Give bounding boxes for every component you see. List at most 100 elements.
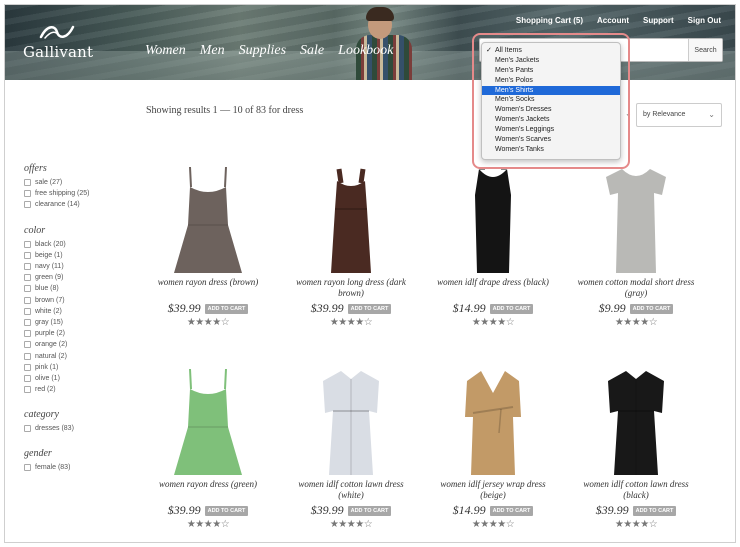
add-to-cart-button[interactable]: ADD TO CART — [347, 303, 392, 314]
product-name[interactable]: women rayon long dress (dark brown) — [281, 277, 421, 299]
checkbox[interactable] — [24, 352, 31, 360]
facet-option[interactable]: olive (1) — [24, 373, 124, 384]
facet-option[interactable]: dresses (83) — [24, 423, 124, 434]
product-card[interactable]: women idlf cotton lawn dress (black) $39.… — [566, 367, 706, 530]
checkbox[interactable] — [24, 425, 31, 433]
add-to-cart-button[interactable]: ADD TO CART — [204, 505, 249, 516]
product-image[interactable] — [281, 367, 421, 479]
product-image[interactable] — [138, 165, 278, 277]
product-image[interactable] — [281, 165, 421, 277]
checkbox[interactable] — [24, 330, 31, 338]
nav-men[interactable]: Men — [200, 43, 225, 59]
facet-option[interactable]: natural (2) — [24, 350, 124, 361]
checkbox[interactable] — [24, 251, 31, 259]
add-to-cart-button[interactable]: ADD TO CART — [489, 303, 534, 314]
facet-option[interactable]: free shipping (25) — [24, 188, 124, 199]
dropdown-option[interactable]: Women's Dresses — [482, 105, 620, 115]
checkbox[interactable] — [24, 190, 31, 198]
nav-sale[interactable]: Sale — [300, 43, 324, 59]
product-name[interactable]: women rayon dress (brown) — [138, 277, 278, 299]
add-to-cart-button[interactable]: ADD TO CART — [204, 303, 249, 314]
facet-offers: offers sale (27) free shipping (25) clearan… — [24, 163, 124, 211]
product-price: $14.99 — [452, 301, 486, 315]
support-link[interactable]: Support — [643, 16, 674, 25]
facet-option-label: gray (15) — [35, 318, 64, 326]
dropdown-option[interactable]: Women's Leggings — [482, 125, 620, 135]
product-name[interactable]: women idlf jersey wrap dress (beige) — [423, 479, 563, 501]
facet-option[interactable]: beige (1) — [24, 250, 124, 261]
product-image[interactable] — [423, 165, 563, 277]
dropdown-option[interactable]: Men's Pants — [482, 66, 620, 76]
facet-option[interactable]: pink (1) — [24, 362, 124, 373]
product-image[interactable] — [566, 165, 706, 277]
dropdown-option[interactable]: Men's Polos — [482, 76, 620, 86]
checkbox[interactable] — [24, 201, 31, 209]
logo[interactable]: Gallivant — [23, 23, 93, 63]
dropdown-option[interactable]: Women's Tanks — [482, 145, 620, 155]
facet-option[interactable]: red (2) — [24, 384, 124, 395]
product-name[interactable]: women idlf drape dress (black) — [423, 277, 563, 299]
product-name[interactable]: women cotton modal short dress (gray) — [566, 277, 706, 299]
product-card[interactable]: women cotton modal short dress (gray) $9.… — [566, 165, 706, 328]
facet-option[interactable]: white (2) — [24, 306, 124, 317]
checkbox[interactable] — [24, 263, 31, 271]
product-card[interactable]: women rayon dress (green) $39.99 ADD TO CA… — [138, 367, 278, 530]
product-card[interactable]: women idlf drape dress (black) $14.99 ADD … — [423, 165, 563, 328]
price-row: $39.99 ADD TO CART — [138, 503, 278, 518]
add-to-cart-button[interactable]: ADD TO CART — [489, 505, 534, 516]
checkbox[interactable] — [24, 341, 31, 349]
facet-option[interactable]: blue (8) — [24, 283, 124, 294]
dropdown-option-label: Women's Scarves — [495, 136, 552, 144]
product-card[interactable]: women idlf cotton lawn dress (white) $39.… — [281, 367, 421, 530]
product-name[interactable]: women idlf cotton lawn dress (white) — [281, 479, 421, 501]
sort-select[interactable]: by Relevance ⌄ — [636, 103, 722, 127]
facet-option[interactable]: brown (7) — [24, 295, 124, 306]
product-price: $9.99 — [598, 301, 626, 315]
checkbox[interactable] — [24, 386, 31, 394]
product-image[interactable] — [423, 367, 563, 479]
dropdown-option-label: Women's Leggings — [495, 126, 555, 134]
add-to-cart-button[interactable]: ADD TO CART — [632, 505, 677, 516]
add-to-cart-button[interactable]: ADD TO CART — [629, 303, 674, 314]
checkbox[interactable] — [24, 274, 31, 282]
checkbox[interactable] — [24, 285, 31, 293]
product-image[interactable] — [138, 367, 278, 479]
product-card[interactable]: women rayon long dress (dark brown) $39.9… — [281, 165, 421, 328]
facet-option[interactable]: sale (27) — [24, 177, 124, 188]
product-card[interactable]: women rayon dress (brown) $39.99 ADD TO CA… — [138, 165, 278, 328]
checkbox[interactable] — [24, 363, 31, 371]
checkbox[interactable] — [24, 464, 31, 472]
product-image[interactable] — [566, 367, 706, 479]
checkbox[interactable] — [24, 179, 31, 187]
shopping-cart-link[interactable]: Shopping Cart (5) — [516, 16, 583, 25]
nav-lookbook[interactable]: Lookbook — [338, 43, 393, 59]
product-name[interactable]: women rayon dress (green) — [138, 479, 278, 501]
dropdown-option[interactable]: Men's Jackets — [482, 56, 620, 66]
checkbox[interactable] — [24, 374, 31, 382]
facet-option[interactable]: female (83) — [24, 462, 124, 473]
account-link[interactable]: Account — [597, 16, 629, 25]
facet-option[interactable]: black (20) — [24, 239, 124, 250]
dropdown-option[interactable]: Women's Jackets — [482, 115, 620, 125]
facet-option[interactable]: green (9) — [24, 272, 124, 283]
facet-option[interactable]: orange (2) — [24, 339, 124, 350]
product-name[interactable]: women idlf cotton lawn dress (black) — [566, 479, 706, 501]
facet-option[interactable]: clearance (14) — [24, 199, 124, 210]
facet-option[interactable]: gray (15) — [24, 317, 124, 328]
nav-women[interactable]: Women — [145, 43, 186, 59]
dropdown-option[interactable]: Women's Scarves — [482, 135, 620, 145]
nav-supplies[interactable]: Supplies — [239, 43, 286, 59]
checkbox[interactable] — [24, 318, 31, 326]
sign-out-link[interactable]: Sign Out — [688, 16, 721, 25]
search-button[interactable]: Search — [688, 39, 722, 61]
dropdown-option[interactable]: Men's Socks — [482, 95, 620, 105]
dropdown-option[interactable]: Men's Shirts — [482, 85, 620, 96]
checkbox[interactable] — [24, 296, 31, 304]
add-to-cart-button[interactable]: ADD TO CART — [347, 505, 392, 516]
checkbox[interactable] — [24, 240, 31, 248]
product-card[interactable]: women idlf jersey wrap dress (beige) $14.… — [423, 367, 563, 530]
checkbox[interactable] — [24, 307, 31, 315]
facet-option[interactable]: navy (11) — [24, 261, 124, 272]
facet-option[interactable]: purple (2) — [24, 328, 124, 339]
dropdown-option[interactable]: ✓ All Items — [482, 46, 620, 56]
